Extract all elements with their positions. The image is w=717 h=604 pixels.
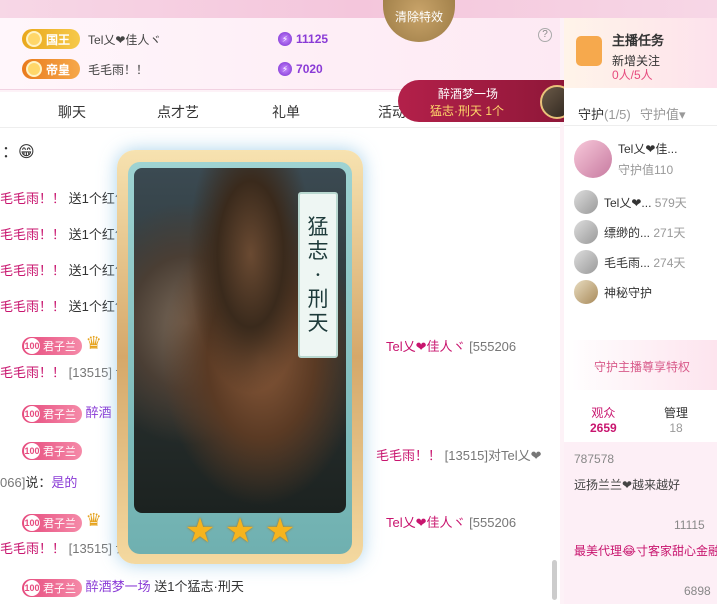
coin-value: ⚡ 11125 <box>278 32 328 46</box>
tab-guard[interactable]: 守护(1/5) <box>578 104 631 123</box>
tab-admin[interactable]: 管理 18 <box>664 404 688 435</box>
diamond-icon: ⚡ <box>278 62 293 76</box>
guard-item[interactable]: Tel乂❤... 579天 <box>574 190 687 214</box>
toast-sender: 醉酒梦一场 <box>438 87 499 101</box>
level-badge: 100 君子兰 <box>22 579 82 597</box>
chat-message: 毛毛雨！！ 送1个红包 <box>0 299 128 314</box>
rank-user-name: 毛毛雨！！ <box>88 62 149 77</box>
guard-item[interactable]: 毛毛雨... 274天 <box>574 250 685 274</box>
task-title: 主播任务 <box>612 33 665 48</box>
crown-icon <box>26 61 42 77</box>
viewer-tabs: 观众 2659 管理 18 <box>564 396 717 442</box>
task-icon <box>576 36 602 66</box>
mystery-guard-icon <box>574 280 598 304</box>
help-icon[interactable]: ? <box>538 28 552 42</box>
crown-icon: ♛ <box>85 510 102 530</box>
tab-viewers[interactable]: 观众 2659 <box>590 404 617 435</box>
chat-message: 100 君子兰 ♛ <box>22 333 102 355</box>
level-badge: 100 君子兰 <box>22 442 82 460</box>
toast-gift: 猛志·刑天 1个 <box>430 104 505 118</box>
list-item: 最美代理😂寸客家甜心金融 <box>574 544 717 558</box>
coin-value: ⚡ 7020 <box>278 62 323 76</box>
chat-message: 100 君子兰 醉酒 <box>22 402 112 423</box>
chat-message: 100 君子兰 ♛ <box>22 510 102 532</box>
chat-message: 毛毛雨！！ [13515]对Tel乂❤ <box>376 448 542 463</box>
emperor-badge: 帝皇 <box>22 59 81 79</box>
list-item: 787578 <box>574 452 615 466</box>
crown-icon: ♛ <box>85 333 102 353</box>
chat-message: 毛毛雨！！ 送1个红包 <box>0 263 128 278</box>
avatar <box>574 220 598 244</box>
viewer-list[interactable]: 787578 远扬兰兰❤越来越好 11115 最美代理😂寸客家甜心金融 6898 <box>564 442 717 604</box>
diamond-icon: ⚡ <box>278 32 293 46</box>
chat-scrollbar[interactable] <box>552 560 557 600</box>
chat-message: 100 君子兰 醉酒梦一场 送1个猛志·刑天 <box>22 576 244 597</box>
star-icon: ★ <box>184 512 216 550</box>
level-badge: 100 君子兰 <box>22 514 82 532</box>
task-progress: 0人/5人 <box>612 68 653 82</box>
star-icon: ★ <box>264 512 296 550</box>
level-badge: 100 君子兰 <box>22 337 82 355</box>
chat-message: 毛毛雨！！ 送1个红包 <box>0 191 128 206</box>
chat-message: 毛毛雨！！ 送1个红包 <box>0 227 128 242</box>
tab-guard-value[interactable]: 守护值▾ <box>640 104 686 123</box>
list-item: 6898 <box>684 584 711 598</box>
rank-row-king[interactable]: 国王 Tel乂❤佳人ヾ ⚡ 11125 <box>22 26 328 52</box>
avatar <box>574 250 598 274</box>
chat-message: 100 君子兰 <box>22 442 82 460</box>
guard-tabs: 守护(1/5) 守护值▾ <box>564 96 717 126</box>
king-badge: 国王 <box>22 29 81 49</box>
tab-chat[interactable]: 聊天 <box>58 102 86 122</box>
chat-message: 066]说：是的 <box>0 475 78 490</box>
tab-talent[interactable]: 点才艺 <box>157 102 199 122</box>
chat-message: Tel乂❤佳人ヾ [555206 <box>386 515 517 530</box>
avatar <box>574 190 598 214</box>
chat-message: ：😁 <box>2 144 35 161</box>
level-badge: 100 君子兰 <box>22 405 82 423</box>
rank-user-name: Tel乂❤佳人ヾ <box>88 32 162 47</box>
guard-item[interactable]: 神秘守护 <box>574 280 652 304</box>
tab-gift-list[interactable]: 礼单 <box>272 102 300 122</box>
list-item: 11115 <box>674 518 705 532</box>
avatar <box>574 140 612 178</box>
guard-item[interactable]: 缥缈的... 271天 <box>574 220 685 244</box>
gift-card-title: 猛 志 · 刑 天 <box>298 192 338 358</box>
list-item: 远扬兰兰❤越来越好 <box>574 478 681 492</box>
star-icon: ★ <box>224 512 256 550</box>
guard-privilege[interactable]: 守护主播尊享特权 <box>564 340 717 390</box>
chat-message: Tel乂❤佳人ヾ [555206 <box>386 339 517 354</box>
top-banner <box>0 0 717 18</box>
guard-top[interactable]: Tel乂❤佳... 守护值110 <box>574 140 677 178</box>
rank-row-emperor[interactable]: 帝皇 毛毛雨！！ ⚡ 7020 <box>22 56 323 82</box>
crown-icon <box>26 31 42 47</box>
